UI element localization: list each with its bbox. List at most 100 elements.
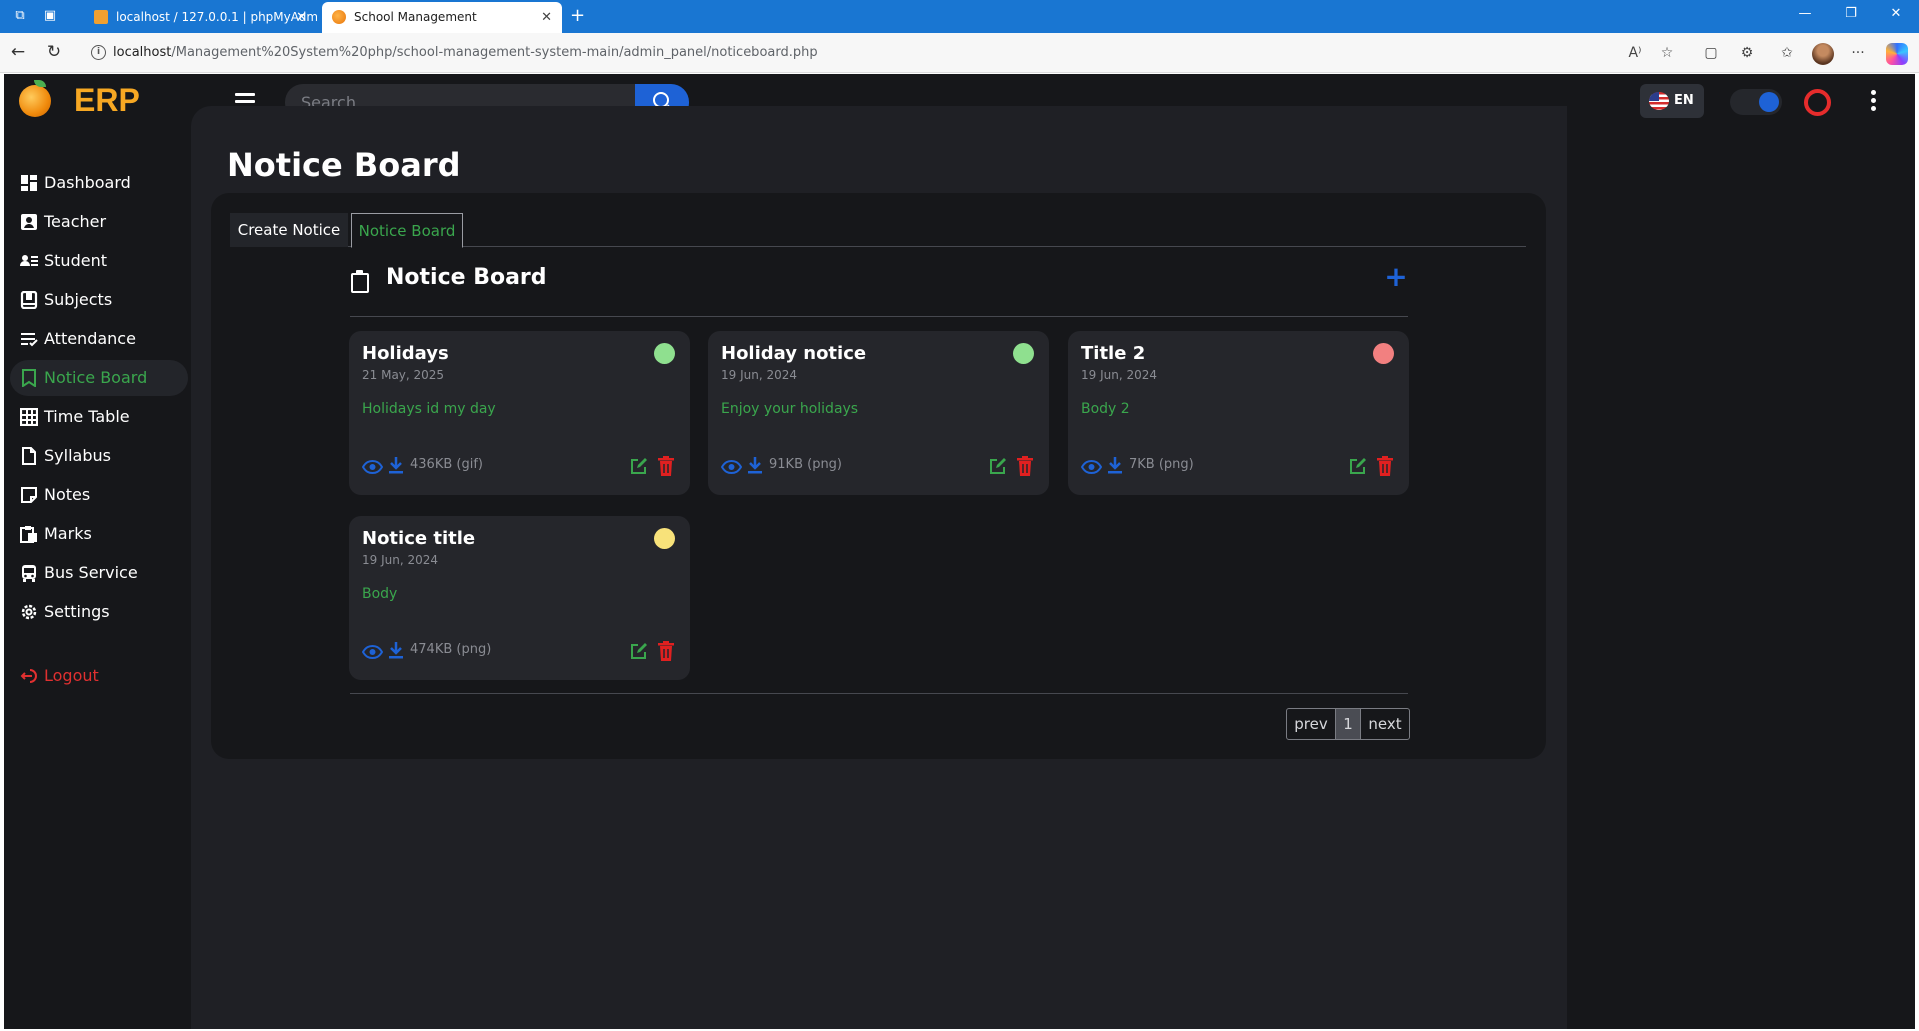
notice-item: Holiday notice 19 Jun, 2024 Enjoy your h… — [708, 331, 1049, 495]
notice-item: Holidays 21 May, 2025 Holidays id my day… — [349, 331, 690, 495]
copilot-icon[interactable] — [1886, 43, 1908, 65]
delete-icon[interactable] — [658, 641, 674, 661]
view-icon[interactable] — [1080, 459, 1103, 475]
theme-toggle[interactable] — [1730, 89, 1782, 115]
sidebar-item-teacher[interactable]: Teacher — [10, 204, 188, 240]
sidebar-item-syllabus[interactable]: Syllabus — [10, 438, 188, 474]
sidebar-item-attendance[interactable]: Attendance — [10, 321, 188, 357]
book-icon — [20, 291, 38, 309]
sidebar-item-label: Dashboard — [44, 173, 131, 192]
clipboard-icon — [20, 525, 38, 543]
sidebar-item-student[interactable]: Student — [10, 243, 188, 279]
notice-title: Notice title — [362, 528, 476, 549]
checklist-icon — [20, 330, 38, 348]
notice-title: Holidays — [362, 343, 449, 364]
tab-notice-board[interactable]: Notice Board — [351, 213, 463, 248]
sidebar-item-subjects[interactable]: Subjects — [10, 282, 188, 318]
back-icon[interactable]: ← — [8, 42, 28, 62]
browser-tab-school-management[interactable]: School Management ✕ — [322, 2, 562, 33]
download-icon[interactable] — [747, 456, 763, 474]
new-tab-icon[interactable]: + — [570, 5, 585, 27]
refresh-icon[interactable]: ↻ — [44, 42, 64, 62]
sidebar-item-notes[interactable]: Notes — [10, 477, 188, 513]
erp-favicon-icon — [332, 10, 346, 24]
more-options-icon[interactable]: ··· — [1849, 44, 1867, 62]
favorite-star-icon[interactable]: ☆ — [1658, 44, 1676, 62]
prev-page-button[interactable]: prev — [1286, 708, 1336, 740]
favorites-icon[interactable]: ✩ — [1778, 44, 1796, 62]
file-size: 436KB (gif) — [410, 457, 483, 472]
next-page-button[interactable]: next — [1360, 708, 1410, 740]
us-flag-icon — [1649, 92, 1669, 110]
edit-icon[interactable] — [989, 457, 1007, 475]
page-title: Notice Board — [227, 146, 461, 184]
split-screen-icon[interactable]: ▢ — [1702, 44, 1720, 62]
view-icon[interactable] — [361, 459, 384, 475]
notice-board-header: Notice Board + — [350, 263, 1408, 317]
student-icon — [20, 252, 38, 270]
add-notice-icon[interactable]: + — [1384, 263, 1408, 291]
table-icon — [20, 408, 38, 426]
sidebar-item-label: Logout — [44, 666, 99, 685]
download-icon[interactable] — [1107, 456, 1123, 474]
sidebar-item-bus-service[interactable]: Bus Service — [10, 555, 188, 591]
language-label: EN — [1674, 93, 1694, 108]
download-icon[interactable] — [388, 641, 404, 659]
sidebar-item-time-table[interactable]: Time Table — [10, 399, 188, 435]
sidebar-item-label: Notes — [44, 485, 91, 504]
divider — [350, 693, 1408, 694]
download-icon[interactable] — [388, 456, 404, 474]
sidebar-item-label: Syllabus — [44, 446, 111, 465]
notice-body: Body 2 — [1081, 401, 1130, 417]
profile-avatar[interactable] — [1812, 43, 1834, 65]
url-path: /Management%20System%20php/school-manage… — [171, 45, 818, 60]
notice-body: Holidays id my day — [362, 401, 496, 417]
read-aloud-icon[interactable]: A⁾ — [1626, 44, 1644, 62]
notice-title: Holiday notice — [721, 343, 867, 364]
sidebar-item-settings[interactable]: Settings — [10, 594, 188, 630]
extensions-icon[interactable]: ⚙ — [1738, 44, 1756, 62]
edit-icon[interactable] — [630, 457, 648, 475]
view-icon[interactable] — [720, 459, 743, 475]
tab-create-notice[interactable]: Create Notice — [230, 213, 348, 247]
edit-icon[interactable] — [1349, 457, 1367, 475]
toggle-knob — [1759, 92, 1779, 112]
vertical-tabs-icon[interactable]: ▣ — [42, 8, 58, 24]
brand-name: ERP — [74, 82, 140, 118]
url-field[interactable]: i localhost/Management%20System%20php/sc… — [79, 39, 1669, 67]
sidebar-item-logout[interactable]: Logout — [10, 658, 188, 694]
edit-icon[interactable] — [630, 642, 648, 660]
close-tab-icon[interactable]: ✕ — [296, 2, 307, 33]
view-icon[interactable] — [361, 644, 384, 660]
restore-icon[interactable]: ❐ — [1841, 6, 1861, 21]
sidebar-item-notice-board[interactable]: Notice Board — [10, 360, 188, 396]
delete-icon[interactable] — [658, 456, 674, 476]
delete-icon[interactable] — [1017, 456, 1033, 476]
sidebar-item-marks[interactable]: Marks — [10, 516, 188, 552]
language-selector[interactable]: EN — [1640, 84, 1704, 118]
delete-icon[interactable] — [1377, 456, 1393, 476]
page-number-button[interactable]: 1 — [1336, 708, 1360, 740]
close-tab-icon[interactable]: ✕ — [541, 2, 552, 33]
close-window-icon[interactable]: ✕ — [1886, 6, 1906, 21]
file-size: 7KB (png) — [1129, 457, 1194, 472]
file-size: 474KB (png) — [410, 642, 492, 657]
site-info-icon[interactable]: i — [91, 45, 106, 60]
notice-body: Body — [362, 586, 398, 602]
minimize-icon[interactable]: — — [1795, 6, 1815, 21]
kebab-menu-icon[interactable] — [1871, 90, 1879, 114]
app-root: ERP EN Dashboard Teacher Student Subjec — [4, 74, 1915, 1029]
browser-tab-phpmyadmin[interactable]: localhost / 127.0.0.1 | phpMyAdmin ✕ — [84, 2, 317, 33]
logout-icon — [20, 667, 38, 685]
sidebar-item-label: Bus Service — [44, 563, 138, 582]
sidebar-item-label: Subjects — [44, 290, 113, 309]
sidebar-item-dashboard[interactable]: Dashboard — [10, 165, 188, 201]
status-dot — [1013, 343, 1034, 364]
sidebar-item-label: Teacher — [44, 212, 107, 231]
workspaces-icon[interactable]: ⧉ — [12, 8, 28, 24]
notice-title: Title 2 — [1081, 343, 1146, 364]
power-icon[interactable] — [1804, 89, 1831, 116]
sidebar: Dashboard Teacher Student Subjects Atten… — [4, 130, 191, 1029]
status-dot — [654, 528, 675, 549]
notice-date: 19 Jun, 2024 — [362, 553, 439, 567]
